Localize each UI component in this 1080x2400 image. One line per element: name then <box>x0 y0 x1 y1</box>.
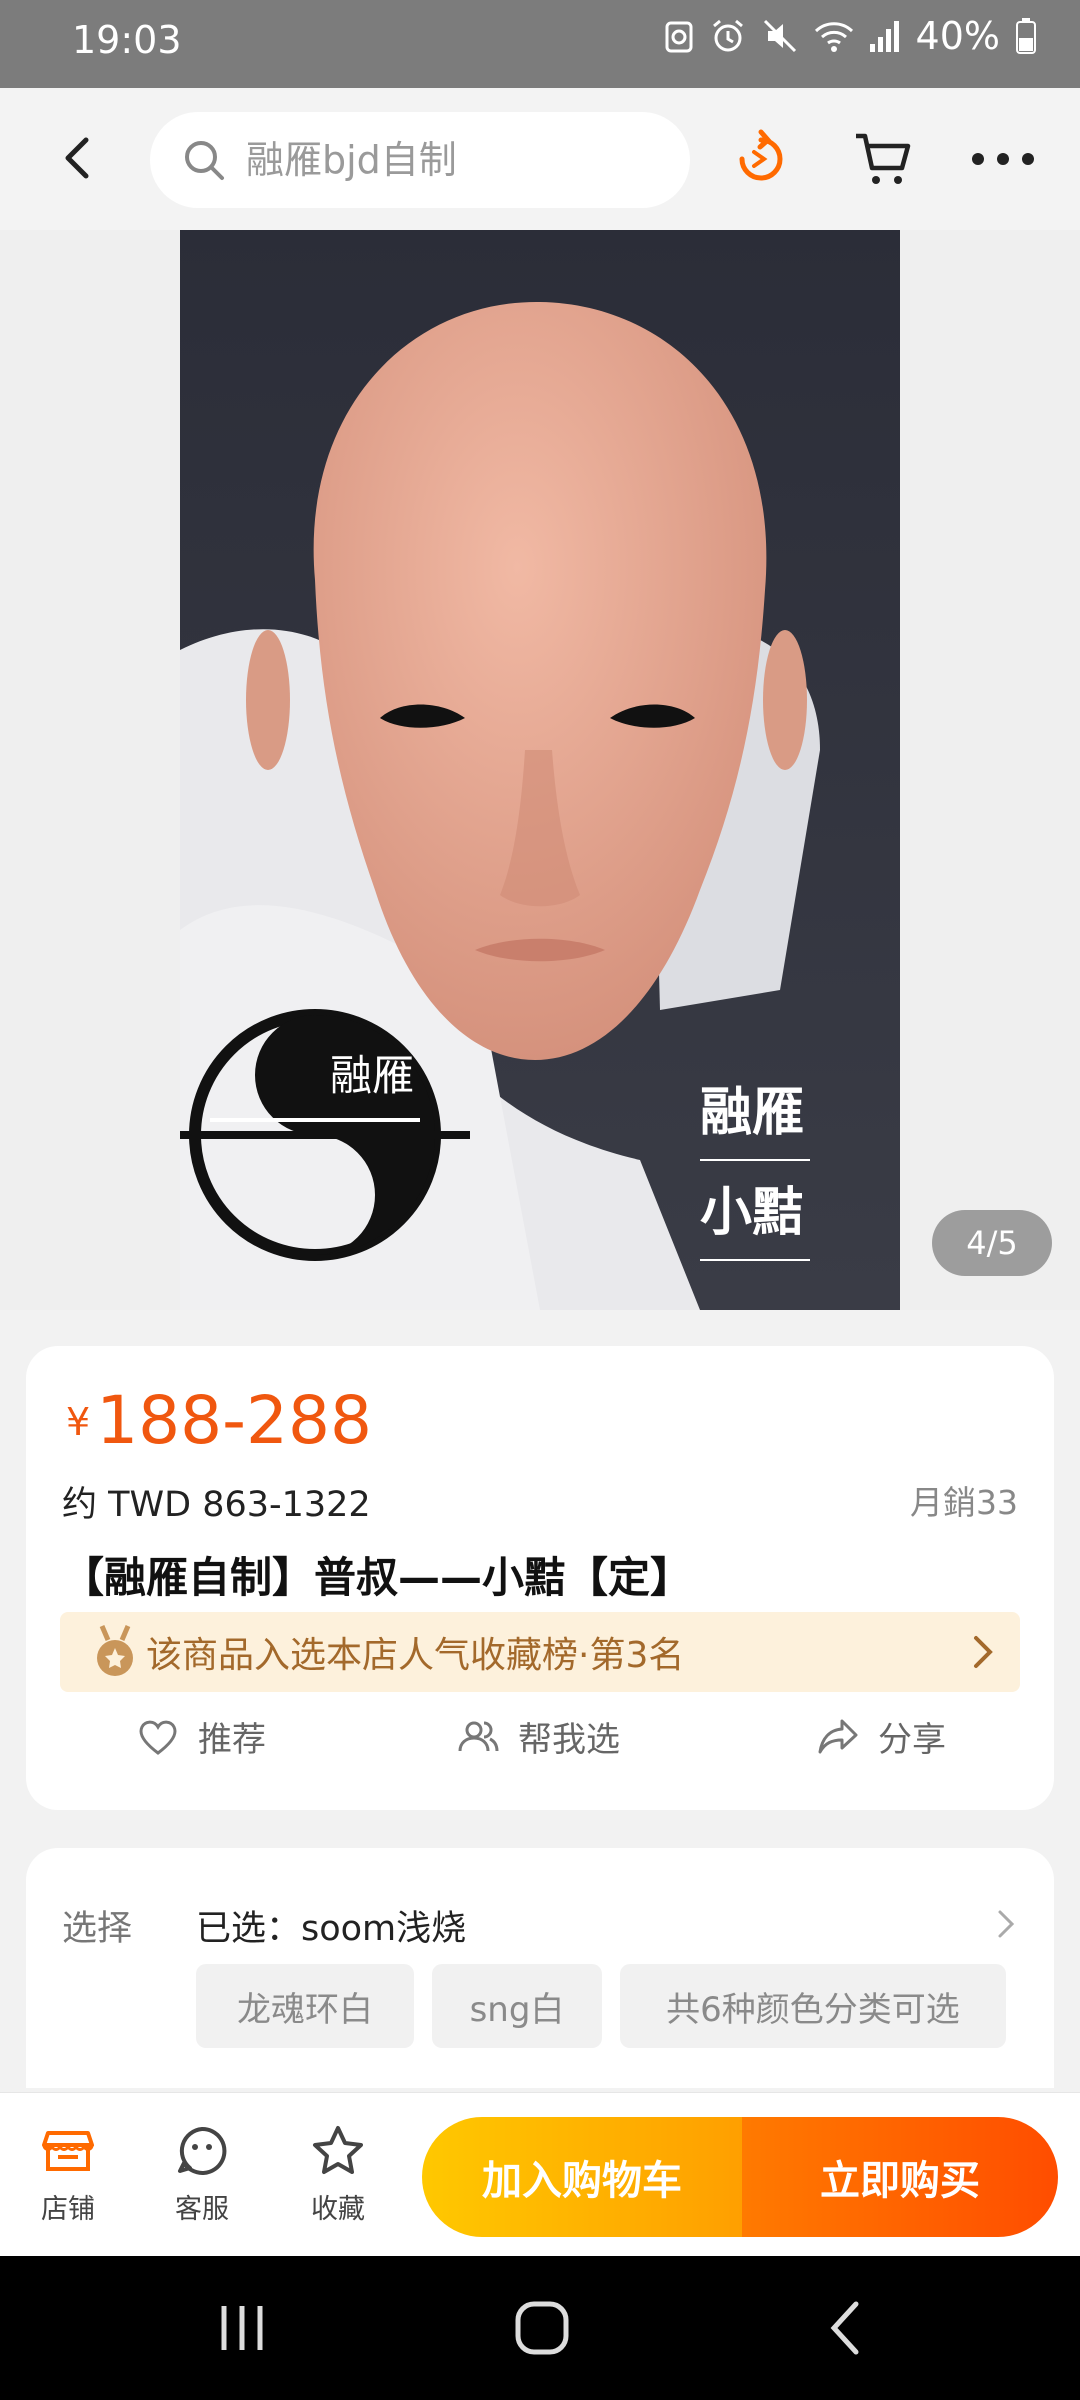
chat-face-icon <box>178 2126 227 2175</box>
price-range: 188-288 <box>96 1382 372 1459</box>
buy-now-button[interactable]: 立即购买 <box>742 2117 1058 2237</box>
logo-text: 融雁 <box>330 1051 414 1100</box>
share-button[interactable]: 分享 <box>816 1712 946 1761</box>
shop-icon <box>42 2131 94 2171</box>
back-arrow-icon[interactable] <box>50 130 106 186</box>
favorite-button[interactable]: 收藏 <box>288 2123 388 2226</box>
selection-value: 已选：soom浅烧 <box>196 1909 467 1949</box>
system-nav-bar <box>0 2256 1080 2400</box>
product-title: 【融雁自制】普叔——小黠【定】 <box>62 1553 693 1602</box>
chevron-right-icon <box>974 1636 993 1668</box>
chevron-right-icon <box>998 1910 1015 1938</box>
product-gallery[interactable]: 融雁 融雁 小黠 4/5 <box>0 230 1080 1310</box>
favorite-label: 收藏 <box>311 2194 365 2225</box>
search-bar[interactable] <box>150 112 690 208</box>
medal-icon <box>97 1625 133 1676</box>
people-icon <box>458 1721 499 1751</box>
selection-label: 选择 <box>62 1909 133 1949</box>
help-choose-label: 帮我选 <box>518 1720 620 1760</box>
sync-icon <box>665 21 693 53</box>
service-label: 客服 <box>175 2194 229 2225</box>
price: ¥188-288 <box>66 1382 372 1459</box>
status-time: 19:03 <box>72 18 182 62</box>
shop-button[interactable]: 店铺 <box>18 2123 118 2226</box>
status-bar: 19:03 40% <box>0 0 1080 88</box>
alarm-icon <box>712 19 743 52</box>
watermark-line2: 小黠 <box>700 1182 804 1243</box>
battery-icon <box>1016 18 1036 54</box>
system-back-icon[interactable] <box>816 2298 876 2358</box>
variant-chip[interactable]: 龙魂环白 <box>196 1964 414 2048</box>
mute-icon <box>763 19 796 53</box>
bottom-action-bar: 店铺 客服 收藏 加入购物车 立即购买 <box>0 2092 1080 2257</box>
recent-apps-icon[interactable] <box>212 2298 272 2358</box>
refresh-icon[interactable] <box>730 128 792 190</box>
shop-label: 店铺 <box>41 2194 95 2225</box>
watermark-line1: 融雁 <box>700 1082 804 1143</box>
home-icon[interactable] <box>512 2298 572 2358</box>
recommend-button[interactable]: 推荐 <box>136 1712 266 1761</box>
variant-chip[interactable]: sng白 <box>432 1964 602 2048</box>
signal-icon <box>869 21 899 52</box>
help-choose-button[interactable]: 帮我选 <box>456 1712 620 1761</box>
currency-symbol: ¥ <box>66 1400 91 1444</box>
cart-icon[interactable] <box>852 128 914 190</box>
recommend-label: 推荐 <box>198 1720 266 1760</box>
search-icon <box>185 141 224 180</box>
wifi-icon <box>814 22 853 52</box>
star-icon <box>313 2126 363 2174</box>
monthly-sales: 月銷33 <box>910 1483 1018 1522</box>
more-icon[interactable] <box>970 128 1036 190</box>
price-card: ¥188-288 约 TWD 863-1322 月銷33 【融雁自制】普叔——小… <box>26 1346 1054 1810</box>
share-label: 分享 <box>878 1720 946 1760</box>
share-icon <box>818 1719 858 1753</box>
add-to-cart-button[interactable]: 加入购物车 <box>422 2117 742 2237</box>
rank-text: 该商品入选本店人气收藏榜·第3名 <box>146 1635 685 1676</box>
top-nav <box>0 88 1080 230</box>
product-actions: 推荐 帮我选 分享 <box>26 1712 1054 1792</box>
variant-count-chip[interactable]: 共6种颜色分类可选 <box>620 1964 1006 2048</box>
selection-card[interactable]: 选择 已选：soom浅烧 龙魂环白 sng白 共6种颜色分类可选 <box>26 1848 1054 2088</box>
battery-percent: 40% <box>915 14 1000 58</box>
rank-banner[interactable]: 该商品入选本店人气收藏榜·第3名 <box>60 1612 1020 1692</box>
heart-icon <box>139 1720 177 1755</box>
image-counter: 4/5 <box>932 1210 1052 1276</box>
search-input[interactable] <box>244 137 688 183</box>
approx-price: 约 TWD 863-1322 <box>62 1485 371 1525</box>
status-icons: 40% <box>664 14 1036 58</box>
product-photo[interactable]: 融雁 融雁 小黠 <box>180 230 900 1310</box>
doll-head-image: 融雁 融雁 小黠 <box>180 230 900 1310</box>
customer-service-button[interactable]: 客服 <box>152 2123 252 2226</box>
